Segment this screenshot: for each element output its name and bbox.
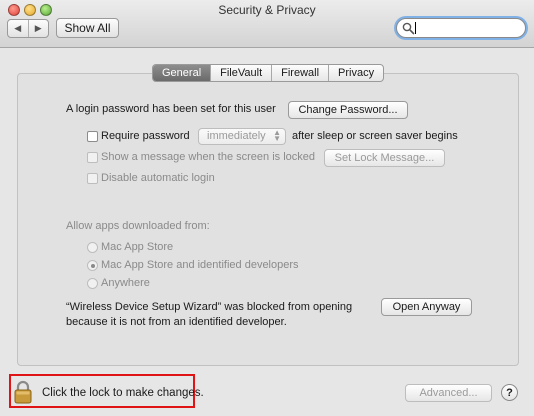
- lock-instruction-text[interactable]: Click the lock to make changes.: [42, 387, 204, 399]
- popup-arrows-icon: ▲ ▼: [273, 128, 281, 143]
- search-icon: [402, 22, 415, 35]
- radio-identified-developers-label: Mac App Store and identified developers: [101, 259, 299, 271]
- radio-identified-developers[interactable]: [87, 260, 98, 271]
- window-title: Security & Privacy: [218, 3, 316, 17]
- tab-privacy[interactable]: Privacy: [329, 65, 383, 81]
- change-password-button[interactable]: Change Password...: [288, 101, 408, 119]
- search-field[interactable]: [396, 18, 526, 38]
- set-lock-message-button[interactable]: Set Lock Message...: [324, 149, 445, 167]
- login-password-text: A login password has been set for this u…: [66, 103, 276, 115]
- show-message-label: Show a message when the screen is locked: [101, 151, 316, 163]
- show-all-button[interactable]: Show All: [56, 18, 119, 38]
- tab-firewall[interactable]: Firewall: [272, 65, 330, 81]
- tab-general[interactable]: General: [153, 65, 212, 81]
- back-forward-control: ◀ ▶: [7, 19, 49, 38]
- advanced-button[interactable]: Advanced...: [405, 384, 492, 402]
- after-sleep-text: after sleep or screen saver begins: [292, 130, 458, 142]
- radio-mac-app-store[interactable]: [87, 242, 98, 253]
- require-password-delay-popup[interactable]: immediately ▲ ▼: [198, 128, 286, 145]
- tab-bar: General FileVault Firewall Privacy: [152, 64, 385, 82]
- radio-mac-app-store-label: Mac App Store: [101, 241, 174, 253]
- radio-anywhere[interactable]: [87, 278, 98, 289]
- lock-icon[interactable]: [14, 380, 32, 404]
- blocked-app-message-line1: “Wireless Device Setup Wizard” was block…: [66, 301, 353, 313]
- require-password-checkbox[interactable]: [87, 131, 98, 142]
- text-cursor: [415, 22, 416, 34]
- show-message-checkbox[interactable]: [87, 152, 98, 163]
- disable-auto-login-label: Disable automatic login: [101, 172, 215, 184]
- title-bar: Security & Privacy ◀ ▶ Show All: [0, 0, 534, 48]
- radio-anywhere-label: Anywhere: [101, 277, 150, 289]
- back-button[interactable]: ◀: [8, 20, 29, 37]
- help-button[interactable]: ?: [501, 384, 518, 401]
- tab-filevault[interactable]: FileVault: [211, 65, 273, 81]
- forward-button[interactable]: ▶: [29, 20, 49, 37]
- require-password-label: Require password: [101, 130, 190, 142]
- require-password-delay-value: immediately: [207, 130, 266, 142]
- disable-auto-login-checkbox[interactable]: [87, 173, 98, 184]
- allow-apps-label: Allow apps downloaded from:: [66, 220, 210, 232]
- open-anyway-button[interactable]: Open Anyway: [381, 298, 472, 316]
- blocked-app-message-line2: because it is not from an identified dev…: [66, 316, 287, 328]
